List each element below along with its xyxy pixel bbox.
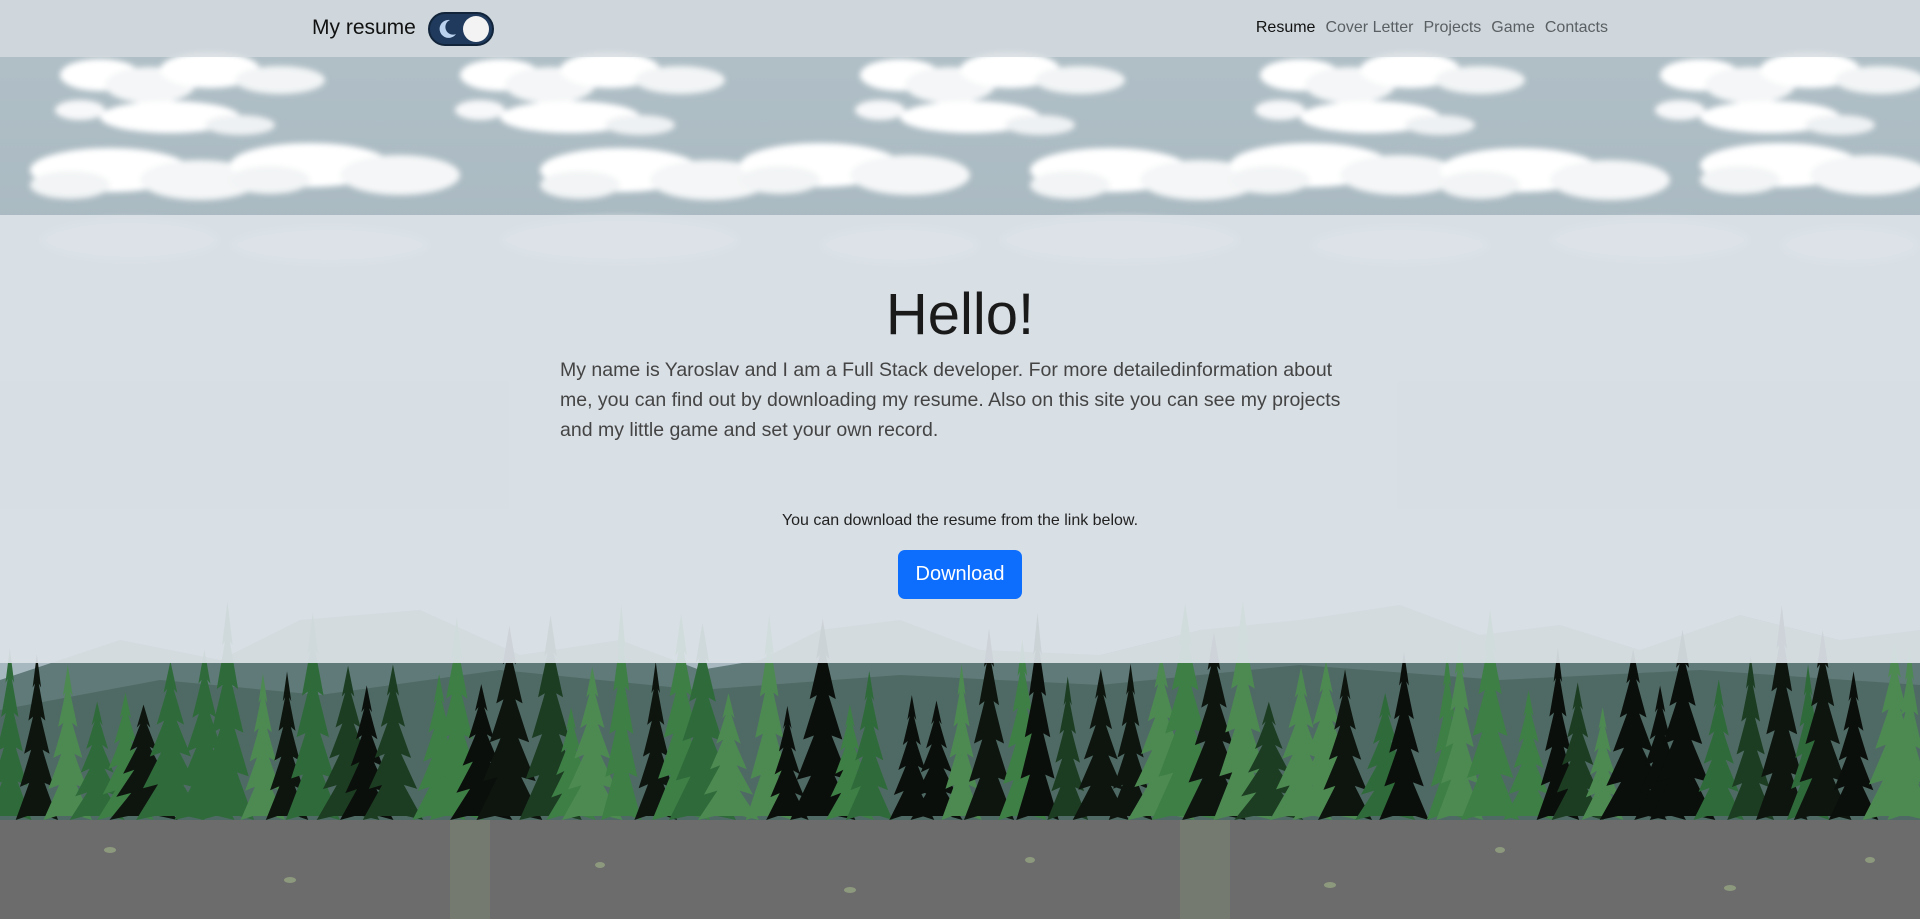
nav-menu: Resume Cover Letter Projects Game Contac…: [1256, 19, 1608, 37]
download-button[interactable]: Download: [898, 550, 1022, 599]
hero-panel: Hello! My name is Yaroslav and I am a Fu…: [0, 215, 1920, 663]
download-caption: You can download the resume from the lin…: [781, 512, 1139, 529]
navbar: My resume Resume Cover Letter Projects G…: [0, 0, 1920, 57]
toggle-knob: [463, 16, 489, 42]
brand-title: My resume: [312, 16, 416, 39]
nav-link-game[interactable]: Game: [1491, 19, 1535, 37]
moon-icon: [439, 19, 456, 38]
ground-reflection: [104, 820, 1875, 919]
nav-link-projects[interactable]: Projects: [1423, 19, 1481, 37]
ground-background: [0, 820, 1920, 919]
nav-link-contacts[interactable]: Contacts: [1545, 19, 1608, 37]
intro-paragraph: My name is Yaroslav and I am a Full Stac…: [560, 359, 1341, 441]
nav-link-resume[interactable]: Resume: [1256, 19, 1316, 37]
page-title: Hello!: [885, 282, 1035, 347]
theme-toggle[interactable]: [428, 12, 494, 46]
nav-link-cover-letter[interactable]: Cover Letter: [1325, 19, 1413, 37]
page: Hello! My name is Yaroslav and I am a Fu…: [0, 0, 1920, 919]
